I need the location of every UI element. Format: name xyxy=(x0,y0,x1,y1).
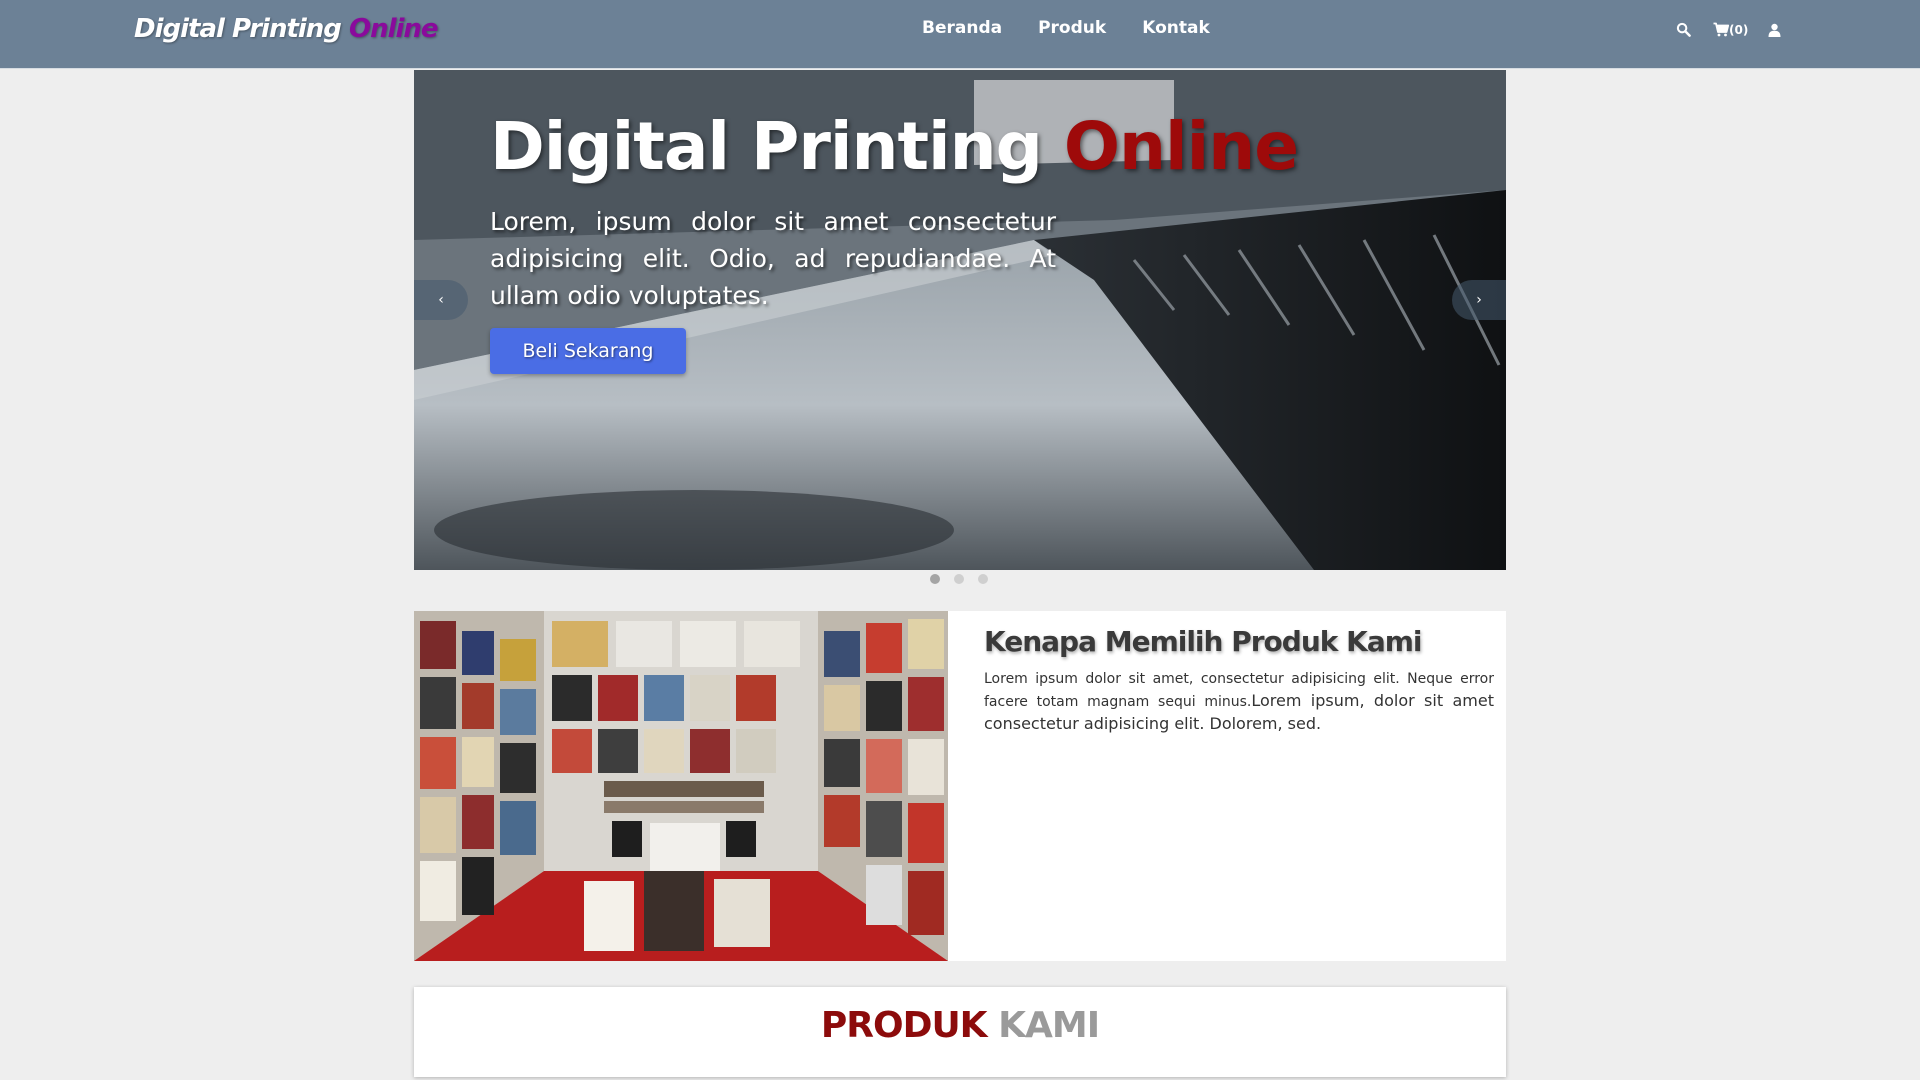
why-body: Lorem ipsum dolor sit amet, consectetur … xyxy=(984,668,1494,736)
floor-display xyxy=(584,871,770,951)
why-text: Kenapa Memilih Produk Kami Lorem ipsum d… xyxy=(984,625,1494,736)
products-title-part1: PRODUK xyxy=(820,1005,988,1046)
products-title-part2: KAMI xyxy=(998,1005,1100,1046)
nav-link-beranda[interactable]: Beranda xyxy=(922,18,1002,38)
hero-title-accent: Online xyxy=(1063,108,1299,185)
search-icon[interactable] xyxy=(1676,22,1691,37)
hero-content: Digital Printing Online Lorem, ipsum dol… xyxy=(490,108,1390,374)
carousel-indicator-1[interactable] xyxy=(930,574,940,584)
cart-count: (0) xyxy=(1729,22,1749,37)
nav-icons: (0) xyxy=(1676,22,1781,37)
why-section: Kenapa Memilih Produk Kami Lorem ipsum d… xyxy=(414,611,1506,961)
carousel-indicators xyxy=(930,574,988,584)
nav-link-kontak[interactable]: Kontak xyxy=(1142,18,1210,38)
navbar: Digital Printing Online Beranda Produk K… xyxy=(0,0,1920,69)
brand-accent: Online xyxy=(348,14,439,44)
nav-links: Beranda Produk Kontak xyxy=(922,18,1246,38)
carousel-prev-button[interactable]: ‹ xyxy=(414,280,468,320)
brand-logo[interactable]: Digital Printing Online xyxy=(134,14,439,44)
hero-carousel: Digital Printing Online Lorem, ipsum dol… xyxy=(414,70,1506,570)
why-title: Kenapa Memilih Produk Kami xyxy=(984,625,1423,658)
poster-shop-photo xyxy=(414,611,948,961)
hero-title-main: Digital Printing xyxy=(490,108,1064,185)
hero-text: Lorem, ipsum dolor sit amet consectetur … xyxy=(490,207,1056,310)
carousel-indicator-2[interactable] xyxy=(954,574,964,584)
carousel-next-button[interactable]: › xyxy=(1452,280,1506,320)
products-title: PRODUK KAMI xyxy=(414,1005,1506,1046)
products-section: PRODUK KAMI xyxy=(414,987,1506,1077)
cart-icon xyxy=(1713,22,1729,37)
hero-title: Digital Printing Online xyxy=(490,108,1390,185)
brand-main: Digital Printing xyxy=(134,14,349,44)
carousel-indicator-3[interactable] xyxy=(978,574,988,584)
nav-link-produk[interactable]: Produk xyxy=(1038,18,1106,38)
cart-button[interactable]: (0) xyxy=(1713,22,1748,37)
user-icon[interactable] xyxy=(1768,23,1781,37)
buy-now-button[interactable]: Beli Sekarang xyxy=(490,328,686,374)
